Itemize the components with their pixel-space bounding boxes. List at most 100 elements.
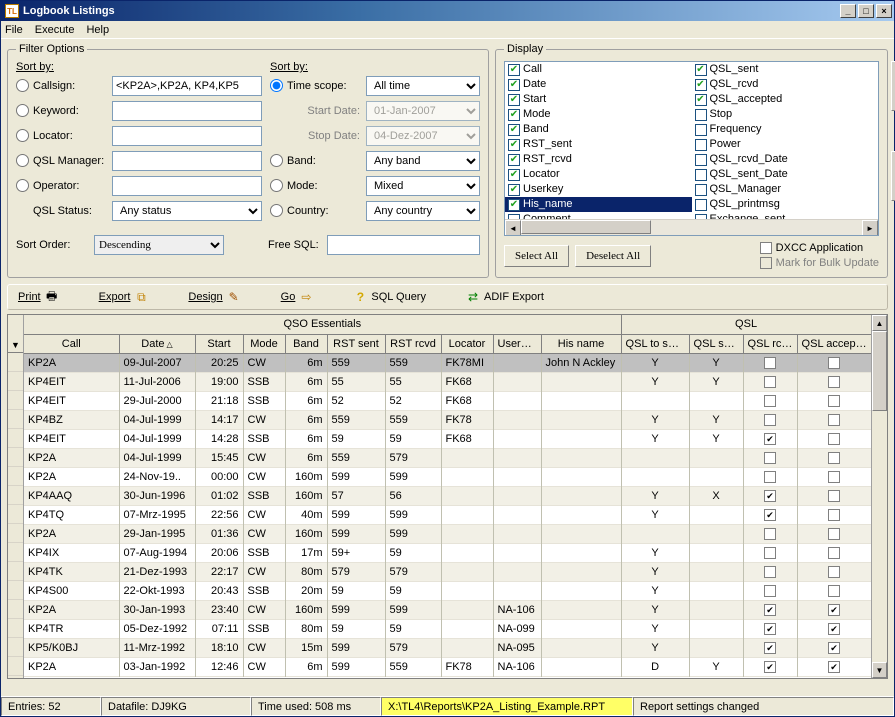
deselectall-button[interactable]: Deselect All (575, 245, 651, 267)
grid-checkbox[interactable] (764, 623, 776, 635)
checkbox-icon[interactable]: ✔ (508, 199, 520, 211)
display-item-locator[interactable]: ✔Locator (505, 167, 692, 182)
col-header-locator[interactable]: Locator (441, 334, 493, 353)
checkbox-icon[interactable]: ✔ (508, 139, 520, 151)
table-row[interactable]: KP2A09-Jul-200720:25CW6m559559FK78MIJohn… (24, 353, 871, 372)
radio-qslmanager[interactable]: QSL Manager: (16, 154, 112, 167)
display-item-band[interactable]: ✔Band (505, 122, 692, 137)
table-row[interactable]: KP2A24-Nov-19..00:00CW160m599599 (24, 467, 871, 486)
menu-help[interactable]: Help (86, 24, 109, 36)
table-row[interactable]: KP2A03-Jan-199212:46CW6m599559FK78NA-106… (24, 657, 871, 676)
display-item-frequency[interactable]: Frequency (692, 122, 879, 137)
export-button[interactable]: Export (99, 290, 149, 304)
qslstatus-select[interactable]: Any status (112, 201, 262, 221)
minimize-button[interactable]: _ (840, 4, 856, 18)
grid-checkbox[interactable] (764, 452, 776, 464)
mode-select[interactable]: Mixed (366, 176, 480, 196)
grid-checkbox[interactable] (828, 414, 840, 426)
grid-checkbox[interactable] (764, 357, 776, 369)
checkbox-icon[interactable] (695, 169, 707, 181)
maximize-button[interactable]: □ (858, 4, 874, 18)
radio-callsign[interactable]: Callsign: (16, 79, 112, 92)
grid-checkbox[interactable] (828, 357, 840, 369)
display-item-qsl_sent[interactable]: ✔QSL_sent (692, 62, 879, 77)
col-header-mode[interactable]: Mode (243, 334, 285, 353)
table-row[interactable]: KP4IX07-Aug-199420:06SSB17m59+59Y (24, 543, 871, 562)
display-item-call[interactable]: ✔Call (505, 62, 692, 77)
display-item-start[interactable]: ✔Start (505, 92, 692, 107)
checkbox-icon[interactable]: ✔ (508, 64, 520, 76)
country-select[interactable]: Any country (366, 201, 480, 221)
col-header-his-name[interactable]: His name (541, 334, 621, 353)
freesql-input[interactable] (327, 235, 480, 255)
col-header-start[interactable]: Start (195, 334, 243, 353)
col-header-qsl-rcvd[interactable]: QSL rcvd (743, 334, 797, 353)
locator-input[interactable] (112, 126, 262, 146)
radio-operator[interactable]: Operator: (16, 179, 112, 192)
grid-checkbox[interactable] (764, 433, 776, 445)
grid-checkbox[interactable] (764, 376, 776, 388)
design-button[interactable]: Design (188, 290, 240, 304)
display-hscrollbar[interactable]: ◄ ► (505, 219, 878, 235)
grid-checkbox[interactable] (764, 642, 776, 654)
col-header-date[interactable]: Date△ (119, 334, 195, 353)
col-header-rst-rcvd[interactable]: RST rcvd (385, 334, 441, 353)
radio-country[interactable]: Country: (270, 204, 366, 217)
grid-checkbox[interactable] (764, 528, 776, 540)
table-row[interactable]: KP4EIT11-Jul-200619:00SSB6m5555FK68YY (24, 372, 871, 391)
grid-checkbox[interactable] (764, 604, 776, 616)
display-item-qsl_rcvd[interactable]: ✔QSL_rcvd (692, 77, 879, 92)
grid-checkbox[interactable] (764, 395, 776, 407)
grid-checkbox[interactable] (764, 585, 776, 597)
display-item-his_name[interactable]: ✔His_name (505, 197, 692, 212)
qslmanager-input[interactable] (112, 151, 262, 171)
radio-keyword[interactable]: Keyword: (16, 104, 112, 117)
selectall-button[interactable]: Select All (504, 245, 569, 267)
callsign-input[interactable] (112, 76, 262, 96)
col-header-band[interactable]: Band (285, 334, 327, 353)
sortorder-select[interactable]: Descending (94, 235, 224, 255)
scroll-up-icon[interactable]: ▲ (872, 315, 887, 331)
grid-checkbox[interactable] (764, 547, 776, 559)
display-down-icon[interactable]: ▼ (891, 151, 895, 201)
grid-checkbox[interactable] (828, 604, 840, 616)
checkbox-icon[interactable]: ✔ (508, 154, 520, 166)
scroll-left-icon[interactable]: ◄ (505, 220, 521, 236)
group-header-qso[interactable]: QSO Essentials (24, 315, 621, 334)
grid-checkbox[interactable] (764, 471, 776, 483)
close-button[interactable]: × (876, 4, 892, 18)
table-row[interactable]: KP4TR05-Dez-199207:11SSB80m5959NA-099Y (24, 619, 871, 638)
display-field-list[interactable]: ✔Call✔Date✔Start✔Mode✔Band✔RST_sent✔RST_… (504, 61, 879, 236)
checkbox-icon[interactable]: ✔ (508, 184, 520, 196)
col-header-call[interactable]: Call (24, 334, 119, 353)
grid-checkbox[interactable] (828, 528, 840, 540)
checkbox-icon[interactable]: ✔ (695, 64, 707, 76)
checkbox-icon[interactable] (695, 154, 707, 166)
display-item-rst_sent[interactable]: ✔RST_sent (505, 137, 692, 152)
display-item-mode[interactable]: ✔Mode (505, 107, 692, 122)
display-item-qsl_sent_date[interactable]: QSL_sent_Date (692, 167, 879, 182)
grid-checkbox[interactable] (828, 509, 840, 521)
col-header-userkey[interactable]: Userkey (493, 334, 541, 353)
checkbox-icon[interactable]: ✔ (695, 94, 707, 106)
table-row[interactable]: KP5/K0BJ11-Mrz-199218:10CW15m599579NA-09… (24, 638, 871, 657)
table-row[interactable]: KP4EIT29-Jul-200021:18SSB6m5252FK68 (24, 391, 871, 410)
checkbox-icon[interactable] (695, 184, 707, 196)
checkbox-icon[interactable]: ✔ (508, 169, 520, 181)
display-item-qsl_manager[interactable]: QSL_Manager (692, 182, 879, 197)
col-header-qsl-to-send[interactable]: QSL to send (621, 334, 689, 353)
dxcc-checkbox[interactable]: DXCC Application (760, 242, 879, 254)
table-row[interactable]: KP2A30-Jan-199323:40CW160m599599NA-106Y (24, 600, 871, 619)
table-row[interactable]: KP2A29-Jan-199501:36CW160m599599 (24, 524, 871, 543)
grid-checkbox[interactable] (828, 623, 840, 635)
grid-vscrollbar[interactable]: ▲ ▼ (871, 315, 887, 678)
checkbox-icon[interactable] (695, 139, 707, 151)
print-button[interactable]: Print (18, 290, 59, 304)
table-row[interactable]: KP4EIT04-Jul-199914:28SSB6m5959FK68YY (24, 429, 871, 448)
grid-corner-menu-icon[interactable]: ▼ (8, 315, 23, 353)
display-up-icon[interactable]: ▲ (891, 61, 895, 111)
checkbox-icon[interactable]: ✔ (508, 109, 520, 121)
scroll-right-icon[interactable]: ► (862, 220, 878, 236)
grid-checkbox[interactable] (764, 661, 776, 673)
menu-execute[interactable]: Execute (35, 24, 75, 36)
